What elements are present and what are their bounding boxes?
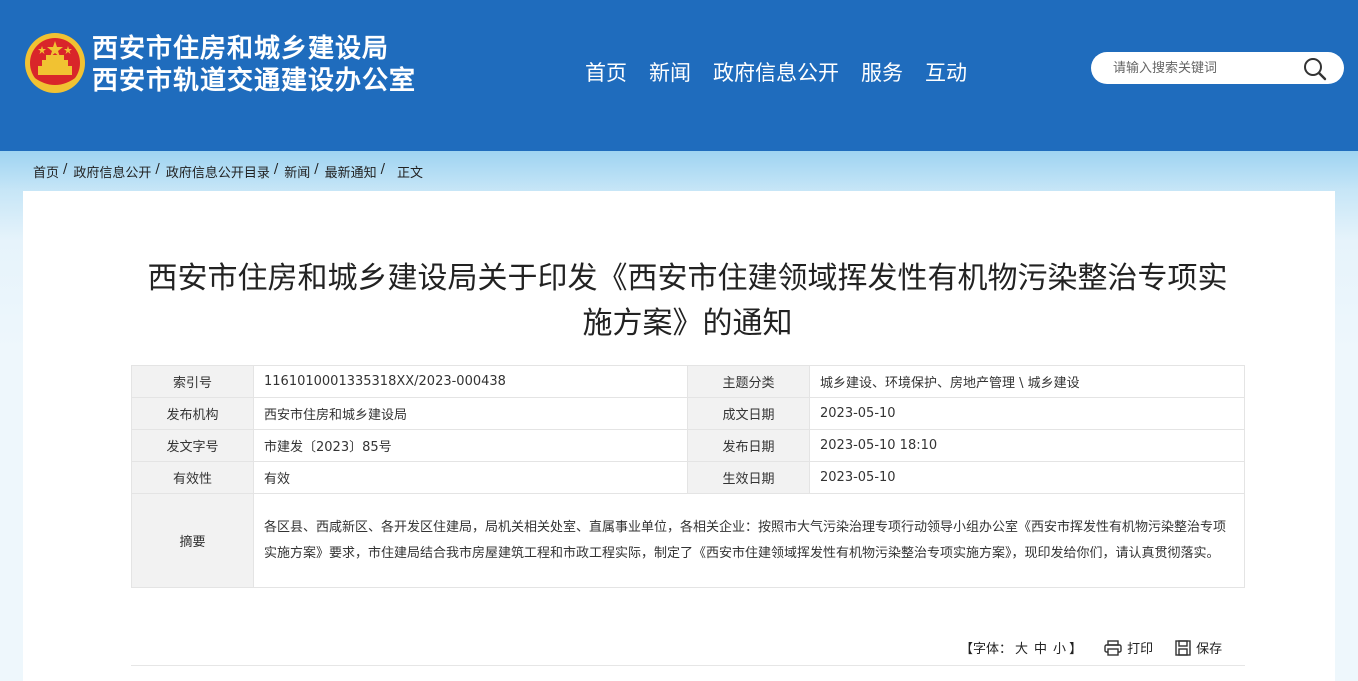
table-row: 索引号 1161010001335318XX/2023-000438 主题分类 … [131,365,1245,398]
article-title: 西安市住房和城乡建设局关于印发《西安市住建领域挥发性有机物污染整治专项实施方案》… [147,261,1228,341]
divider [131,665,1245,666]
search-input[interactable] [1113,58,1293,78]
site-header: 西安市住房和城乡建设局 西安市轨道交通建设办公室 首页 新闻 政府信息公开 服务… [0,0,1358,151]
breadcrumb-current: 正文 [397,166,424,181]
summary-value: 各区县、西咸新区、各开发区住建局，局机关相关处室、直属事业单位，各相关企业：按照… [253,493,1245,588]
print-button[interactable]: 打印 [1104,638,1153,657]
font-size-medium-button[interactable]: 中 [1034,638,1047,657]
summary-label: 摘要 [131,493,254,588]
doc-number-label: 发文字号 [131,429,254,462]
breadcrumb-separator: / [155,162,160,177]
save-button[interactable]: 保存 [1175,638,1222,657]
national-emblem-icon[interactable] [24,32,86,94]
created-date-value: 2023-05-10 [809,397,1245,430]
print-label: 打印 [1127,642,1154,657]
issuer-label: 发布机构 [131,397,254,430]
publish-date-label: 发布日期 [687,429,810,462]
table-row: 发文字号 市建发〔2023〕85号 发布日期 2023-05-10 18:10 [131,429,1245,462]
breadcrumb-separator: / [273,162,279,177]
nav-gov-info[interactable]: 政府信息公开 [713,58,839,88]
nav-news[interactable]: 新闻 [649,58,691,88]
font-size-prefix: 【字体： [960,642,1013,657]
breadcrumb-latest-notice[interactable]: 最新通知 [325,162,377,181]
index-value: 1161010001335318XX/2023-000438 [253,365,688,398]
index-label: 索引号 [131,365,254,398]
validity-label: 有效性 [131,461,254,494]
article-tools: 【字体： 大 中 小 】 打印 保存 [960,638,1222,657]
breadcrumb-separator: / [314,162,319,177]
site-name-line1: 西安市住房和城乡建设局 [92,34,390,64]
table-row: 发布机构 西安市住房和城乡建设局 成文日期 2023-05-10 [131,397,1245,430]
publish-date-value: 2023-05-10 18:10 [809,429,1245,462]
breadcrumb-gov-info-catalog[interactable]: 政府信息公开目录 [166,162,270,181]
font-size-small-button[interactable]: 小 [1053,638,1066,657]
site-name[interactable]: 西安市住房和城乡建设局 西安市轨道交通建设办公室 [92,33,416,97]
font-size-suffix: 】 [1069,642,1083,657]
font-size-large-button[interactable]: 大 [1015,638,1028,657]
main-nav: 首页 新闻 政府信息公开 服务 互动 [585,58,989,88]
save-icon [1175,639,1191,656]
topic-label: 主题分类 [687,365,810,398]
site-name-line2: 西安市轨道交通建设办公室 [92,66,417,96]
effective-date-value: 2023-05-10 [809,461,1245,494]
effective-date-label: 生效日期 [687,461,810,494]
save-label: 保存 [1196,642,1223,657]
table-row: 摘要 各区县、西咸新区、各开发区住建局，局机关相关处室、直属事业单位，各相关企业… [131,493,1245,588]
nav-interaction[interactable]: 互动 [925,58,967,88]
search-box [1091,52,1344,84]
breadcrumb-home[interactable]: 首页 [33,162,59,181]
breadcrumb-news[interactable]: 新闻 [284,162,310,181]
document-metadata-table: 索引号 1161010001335318XX/2023-000438 主题分类 … [131,365,1245,588]
breadcrumb-separator: / [63,162,68,177]
printer-icon [1104,639,1122,656]
issuer-value: 西安市住房和城乡建设局 [253,397,688,430]
created-date-label: 成文日期 [687,397,810,430]
breadcrumb-gov-info[interactable]: 政府信息公开 [73,162,151,181]
validity-value: 有效 [253,461,688,494]
search-icon[interactable] [1302,56,1328,82]
nav-service[interactable]: 服务 [861,58,903,88]
table-row: 有效性 有效 生效日期 2023-05-10 [131,461,1245,494]
topic-value: 城乡建设、环境保护、房地产管理 \ 城乡建设 [809,365,1245,398]
doc-number-value: 市建发〔2023〕85号 [253,429,688,462]
breadcrumb-separator: / [380,162,386,177]
nav-home[interactable]: 首页 [585,58,627,88]
breadcrumb: 首页 / 政府信息公开 / 政府信息公开目录 / 新闻 / 最新通知 / 正文 [33,162,423,181]
